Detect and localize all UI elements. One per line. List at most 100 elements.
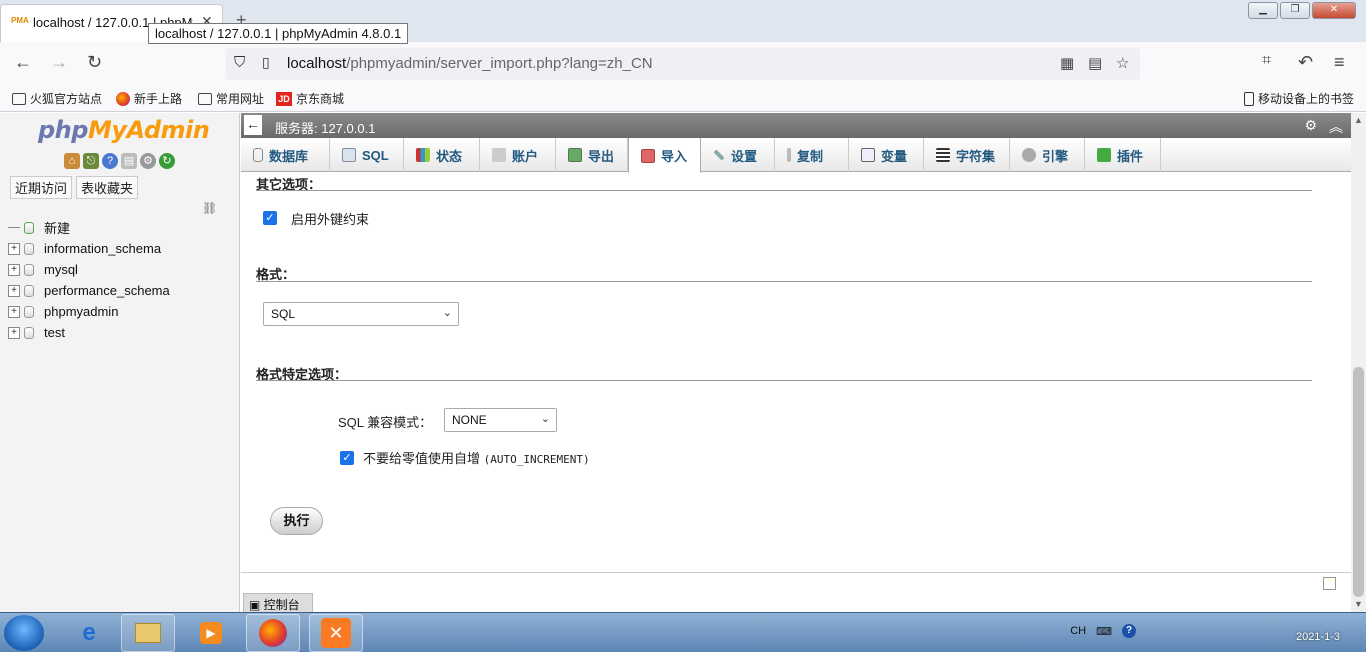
phpmyadmin-logo[interactable]: phpMyAdmin xyxy=(38,116,210,144)
settings-gear-icon[interactable]: ⚙ xyxy=(140,153,156,169)
bookmark-firefox-official[interactable]: 火狐官方站点 xyxy=(12,90,102,107)
scroll-thumb[interactable] xyxy=(1353,367,1364,597)
tab-import[interactable]: 导入 xyxy=(628,138,701,173)
minimize-button[interactable]: ▁ xyxy=(1248,2,1278,19)
shield-icon[interactable]: ⛉ xyxy=(234,54,245,71)
scroll-down-arrow-icon[interactable]: ▼ xyxy=(1354,599,1363,609)
top-menu: 数据库 SQL 状态 账户 导出 导入 设置 复制 变量 字符集 引擎 插件 xyxy=(241,138,1351,173)
tab-engines[interactable]: 引擎 xyxy=(1010,138,1085,172)
tab-tooltip: localhost / 127.0.0.1 | phpMyAdmin 4.8.0… xyxy=(148,23,409,44)
collapse-top-icon[interactable]: ︽ xyxy=(1329,117,1343,137)
collapse-nav-button[interactable]: ← xyxy=(244,115,262,135)
sql-compat-select[interactable]: NONE ⌄ xyxy=(444,408,557,432)
home-icon[interactable]: ⌂ xyxy=(64,153,80,169)
tree-item-performance-schema[interactable]: + performance_schema xyxy=(8,280,170,301)
ie-taskbar-icon[interactable]: e xyxy=(62,614,116,652)
no-auto-value-label[interactable]: 不要给零值使用自增 (AUTO_INCREMENT) xyxy=(363,448,590,467)
tab-settings[interactable]: 设置 xyxy=(701,138,775,172)
bookmark-common-sites[interactable]: 常用网址 xyxy=(198,90,264,107)
tree-item-test[interactable]: + test xyxy=(8,322,170,343)
docs-icon[interactable]: ▤ xyxy=(121,153,137,169)
tab-export[interactable]: 导出 xyxy=(556,138,628,172)
console-toggle[interactable]: ▣ 控制台 xyxy=(243,593,313,612)
qr-code-icon[interactable]: ▦ xyxy=(1060,54,1074,72)
console-icon: ▣ xyxy=(249,598,264,612)
scroll-up-arrow-icon[interactable]: ▲ xyxy=(1354,115,1363,125)
start-button[interactable] xyxy=(4,615,44,651)
recent-tab[interactable]: 近期访问 xyxy=(10,176,73,199)
logout-icon[interactable]: ⎋ xyxy=(83,153,99,169)
server-breadcrumb[interactable]: 服务器: 127.0.0.1 xyxy=(275,118,375,137)
tree-label[interactable]: mysql xyxy=(44,262,78,277)
bookmark-mobile[interactable]: 移动设备上的书签 xyxy=(1244,90,1354,107)
reload-icon[interactable]: ↻ xyxy=(87,52,102,73)
tab-status[interactable]: 状态 xyxy=(404,138,480,172)
execute-button[interactable]: 执行 xyxy=(270,507,323,535)
refresh-icon[interactable]: ↻ xyxy=(159,153,175,169)
page-info-icon[interactable]: ▯ xyxy=(262,54,270,71)
tab-charsets[interactable]: 字符集 xyxy=(924,138,1010,172)
bookmark-star-icon[interactable]: ☆ xyxy=(1116,54,1129,72)
tab-replication[interactable]: 复制 xyxy=(775,138,849,172)
bookmark-getting-started[interactable]: 新手上路 xyxy=(116,90,182,107)
url-text[interactable]: localhost/phpmyadmin/server_import.php?l… xyxy=(287,55,653,72)
expand-plus-icon[interactable]: + xyxy=(8,326,20,339)
server-breadcrumb-bar: ← 服务器: 127.0.0.1 ⚙ ︽ xyxy=(241,113,1351,138)
taskbar-clock[interactable]: 2021-1-3 xyxy=(1296,631,1340,643)
page-scrollbar[interactable]: ▲ ▼ xyxy=(1351,113,1366,612)
tree-label[interactable]: performance_schema xyxy=(44,283,170,298)
divider xyxy=(256,281,1312,282)
menu-icon[interactable]: ≡ xyxy=(1334,52,1345,73)
media-player-taskbar-icon[interactable]: ▶ xyxy=(184,614,238,652)
plugin-puzzle-icon xyxy=(1097,148,1111,162)
expand-plus-icon[interactable]: + xyxy=(8,263,20,276)
help-icon[interactable]: ? xyxy=(1122,624,1136,638)
settings-gear-icon[interactable]: ⚙ xyxy=(1304,117,1317,137)
expand-plus-icon[interactable]: + xyxy=(8,284,20,297)
fk-checks-label[interactable]: 启用外键约束 xyxy=(291,209,369,228)
jd-icon: JD xyxy=(276,91,292,106)
tree-label[interactable]: test xyxy=(44,325,65,340)
tab-sql[interactable]: SQL xyxy=(330,138,404,172)
fk-checks-checkbox[interactable]: ✓ xyxy=(263,211,277,225)
no-auto-value-checkbox[interactable]: ✓ xyxy=(340,451,354,465)
crop-screenshot-icon[interactable]: ⌗ xyxy=(1262,52,1271,70)
link-chain-icon[interactable]: ⛓ xyxy=(202,201,217,215)
bookmark-jd[interactable]: JD 京东商城 xyxy=(276,90,344,107)
maximize-button[interactable]: ❐ xyxy=(1280,2,1310,19)
phone-icon xyxy=(1244,91,1254,106)
tab-databases[interactable]: 数据库 xyxy=(241,138,330,172)
tree-item-new[interactable]: 新建 xyxy=(8,217,170,238)
tab-plugins[interactable]: 插件 xyxy=(1085,138,1161,172)
tree-item-information-schema[interactable]: + information_schema xyxy=(8,238,170,259)
format-select[interactable]: SQL ⌄ xyxy=(263,302,459,326)
expand-plus-icon[interactable]: + xyxy=(8,305,20,318)
firefox-taskbar-icon[interactable] xyxy=(246,614,300,652)
forward-arrow-icon[interactable]: → xyxy=(50,52,68,73)
tree-label[interactable]: phpmyadmin xyxy=(44,304,118,319)
tree-label[interactable]: information_schema xyxy=(44,241,161,256)
tab-variables[interactable]: 变量 xyxy=(849,138,924,172)
accounts-icon xyxy=(492,148,506,162)
notes-icon[interactable] xyxy=(1323,577,1336,590)
expand-plus-icon[interactable]: + xyxy=(8,242,20,255)
explorer-taskbar-icon[interactable] xyxy=(121,614,175,652)
window-close-button[interactable]: ✕ xyxy=(1312,2,1356,19)
tree-label[interactable]: 新建 xyxy=(44,218,70,237)
input-language[interactable]: CH xyxy=(1070,625,1086,637)
back-arrow-icon[interactable]: ← xyxy=(14,52,32,73)
url-bar[interactable]: ⛉ ▯ localhost/phpmyadmin/server_import.p… xyxy=(226,48,1140,80)
variables-icon xyxy=(861,148,875,162)
windows-taskbar: e ▶ ✕ CH ⌨ ? 2021-1-3 xyxy=(0,612,1366,652)
undo-icon[interactable]: ↶ xyxy=(1298,52,1313,73)
tab-accounts[interactable]: 账户 xyxy=(480,138,556,172)
media-player-icon: ▶ xyxy=(200,622,222,644)
xampp-taskbar-icon[interactable]: ✕ xyxy=(309,614,363,652)
reader-view-icon[interactable]: ▤ xyxy=(1088,54,1102,72)
favorites-tab[interactable]: 表收藏夹 xyxy=(76,176,139,199)
help-icon[interactable]: ? xyxy=(102,153,118,169)
system-tray: CH ⌨ ? xyxy=(1070,624,1136,638)
tree-item-phpmyadmin[interactable]: + phpmyadmin xyxy=(8,301,170,322)
keyboard-icon[interactable]: ⌨ xyxy=(1096,625,1112,638)
tree-item-mysql[interactable]: + mysql xyxy=(8,259,170,280)
